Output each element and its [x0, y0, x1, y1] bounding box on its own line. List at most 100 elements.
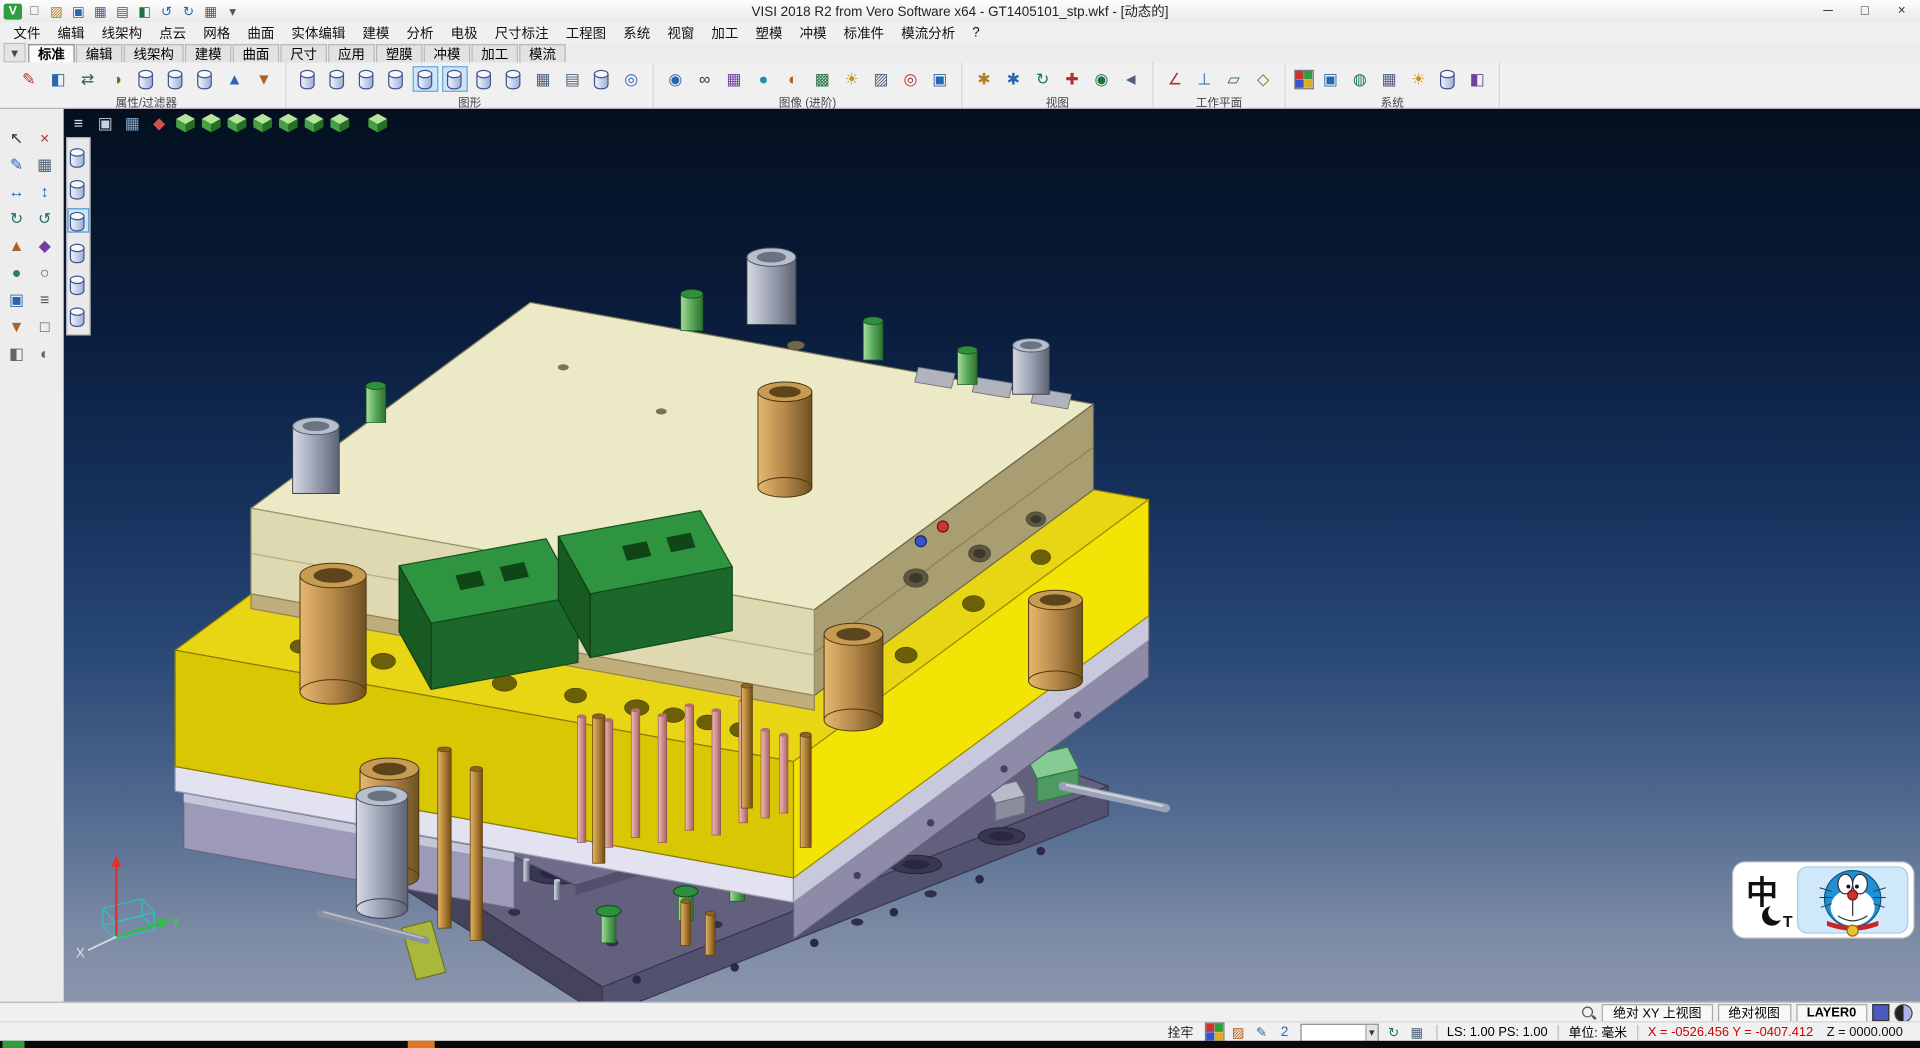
layer-barrel-icon[interactable] — [589, 66, 615, 92]
menu-item[interactable]: 标准件 — [835, 21, 893, 43]
qa-dropdown-icon[interactable]: ▾ — [223, 2, 243, 19]
list-icon[interactable]: ≡ — [33, 288, 56, 311]
advanced-render-icon[interactable]: ◉ — [662, 66, 688, 92]
mold-assembly[interactable] — [175, 248, 1166, 1002]
status-edit-icon[interactable]: ✎ — [1252, 1024, 1270, 1041]
stereo-glasses-icon[interactable]: ∞ — [692, 66, 718, 92]
save-icon[interactable]: ▣ — [69, 2, 89, 19]
tab[interactable]: 标准 — [28, 44, 75, 62]
render-settings-icon[interactable]: ▣ — [927, 66, 953, 92]
clip-filter-3-icon[interactable] — [67, 208, 89, 232]
zoom-extents-icon[interactable]: ◉ — [1089, 66, 1115, 92]
clip-filter-6-icon[interactable] — [67, 304, 89, 328]
database-icon[interactable] — [1435, 66, 1461, 92]
menu-item[interactable]: 曲面 — [239, 21, 283, 43]
contrast-icon[interactable]: ◐ — [33, 342, 56, 365]
menu-item[interactable]: 冲模 — [791, 21, 835, 43]
options-icon[interactable]: ▦ — [201, 2, 221, 19]
color-palette-icon[interactable] — [1294, 69, 1314, 89]
viewport-grid-icon[interactable]: ▦ — [122, 113, 142, 133]
redo-icon[interactable]: ↻ — [179, 2, 199, 19]
maximize-button[interactable]: □ — [1847, 1, 1884, 22]
show-solids-icon[interactable] — [295, 66, 321, 92]
grid-snap-icon[interactable]: ▦ — [33, 153, 56, 176]
menu-item[interactable]: 工程图 — [557, 21, 615, 43]
rotate-ccw-icon[interactable]: ↺ — [33, 207, 56, 230]
shaded-sphere-icon[interactable]: ● — [751, 66, 777, 92]
minimize-button[interactable]: ─ — [1810, 1, 1847, 22]
standard-views-icon[interactable]: ✱ — [1000, 66, 1026, 92]
transparency-icon[interactable] — [501, 66, 527, 92]
menu-item[interactable]: 点云 — [151, 21, 195, 43]
tab[interactable]: 曲面 — [233, 44, 280, 62]
tab[interactable]: 塑膜 — [376, 44, 423, 62]
screen-config-icon[interactable]: ▣ — [1318, 66, 1344, 92]
print-icon[interactable]: ▤ — [113, 2, 133, 19]
clip-filter-5-icon[interactable] — [67, 272, 89, 296]
image-layers-icon[interactable]: ▦ — [721, 66, 747, 92]
menu-item[interactable]: 实体编辑 — [283, 21, 354, 43]
viewport-window-icon[interactable]: ▣ — [96, 113, 116, 133]
menu-item[interactable]: ? — [964, 24, 989, 41]
panel-icon[interactable]: ▣ — [5, 288, 28, 311]
status-count-icon[interactable]: 2 — [1275, 1024, 1293, 1041]
show-wireframe-icon[interactable] — [354, 66, 380, 92]
light-source-icon[interactable]: ☀ — [839, 66, 865, 92]
snapshot-icon[interactable]: ◎ — [898, 66, 924, 92]
filter-edit-icon[interactable] — [133, 66, 159, 92]
plot-icon[interactable]: ◧ — [135, 2, 155, 19]
status-palette-icon[interactable] — [1204, 1022, 1224, 1042]
clip-filter-4-icon[interactable] — [67, 240, 89, 264]
pan-view-icon[interactable]: ✚ — [1059, 66, 1085, 92]
move-vertical-icon[interactable]: ↕ — [33, 180, 56, 203]
previous-view-icon[interactable]: ◄ — [1118, 66, 1144, 92]
tab[interactable]: 冲模 — [424, 44, 471, 62]
layer-up-icon[interactable]: ▲ — [222, 66, 248, 92]
examine-element-icon[interactable]: ◎ — [618, 66, 644, 92]
viewport-marker-icon[interactable]: ◆ — [149, 113, 169, 133]
menu-item[interactable]: 网格 — [195, 21, 239, 43]
half-shade-icon[interactable]: ◐ — [780, 66, 806, 92]
background-icon[interactable]: ▨ — [868, 66, 894, 92]
lock-label[interactable]: 拴牢 — [1168, 1023, 1194, 1041]
viewport-menu-icon[interactable]: ≡ — [69, 113, 89, 133]
menu-item[interactable]: 视窗 — [659, 21, 703, 43]
rotate-view-icon[interactable]: ↻ — [1030, 66, 1056, 92]
menu-item[interactable]: 塑模 — [747, 21, 791, 43]
edit-attributes-icon[interactable]: ✎ — [16, 66, 42, 92]
tab-dropdown-icon[interactable]: ▾ — [4, 43, 26, 63]
hidden-line-icon[interactable] — [471, 66, 497, 92]
status-grid-icon[interactable]: ▦ — [1408, 1024, 1426, 1041]
grid-display-icon[interactable]: ▦ — [530, 66, 556, 92]
view-ref-field[interactable]: 绝对视图 — [1717, 1003, 1790, 1021]
delete-icon[interactable]: × — [33, 126, 56, 149]
dynamic-view-icon[interactable]: ✱ — [971, 66, 997, 92]
menu-item[interactable]: 分析 — [398, 21, 442, 43]
tab[interactable]: 尺寸 — [280, 44, 327, 62]
menu-item[interactable]: 文件 — [5, 21, 49, 43]
taskbar-app-indicator[interactable] — [2, 1041, 24, 1048]
combo-caret-icon[interactable]: ▾ — [1365, 1024, 1377, 1040]
swap-attributes-icon[interactable]: ⇄ — [75, 66, 101, 92]
taskbar-app-indicator[interactable] — [408, 1041, 435, 1048]
paint-attributes-icon[interactable]: ◧ — [45, 66, 71, 92]
layer-color-chip[interactable] — [1872, 1004, 1889, 1021]
hatch-display-icon[interactable]: ▤ — [560, 66, 586, 92]
iso-view-cube-icon[interactable] — [227, 113, 248, 134]
show-points-icon[interactable] — [383, 66, 409, 92]
shaded-mode-icon[interactable] — [413, 66, 439, 92]
tab[interactable]: 建模 — [185, 44, 232, 62]
iso-view-cube-icon[interactable] — [175, 113, 196, 134]
iso-view-cube-icon[interactable] — [201, 113, 222, 134]
undo-icon[interactable]: ↺ — [157, 2, 177, 19]
status-refresh-icon[interactable]: ↻ — [1384, 1024, 1402, 1041]
menu-item[interactable]: 建模 — [354, 21, 398, 43]
collapse-icon[interactable]: ▼ — [5, 315, 28, 338]
filter-remove-icon[interactable] — [192, 66, 218, 92]
globe-icon[interactable]: ◍ — [1347, 66, 1373, 92]
menu-item[interactable]: 线架构 — [93, 21, 151, 43]
match-properties-icon[interactable]: ◑ — [104, 66, 130, 92]
half-square-icon[interactable]: ◧ — [5, 342, 28, 365]
table-icon[interactable]: ▦ — [1376, 66, 1402, 92]
close-button[interactable]: × — [1883, 1, 1920, 22]
